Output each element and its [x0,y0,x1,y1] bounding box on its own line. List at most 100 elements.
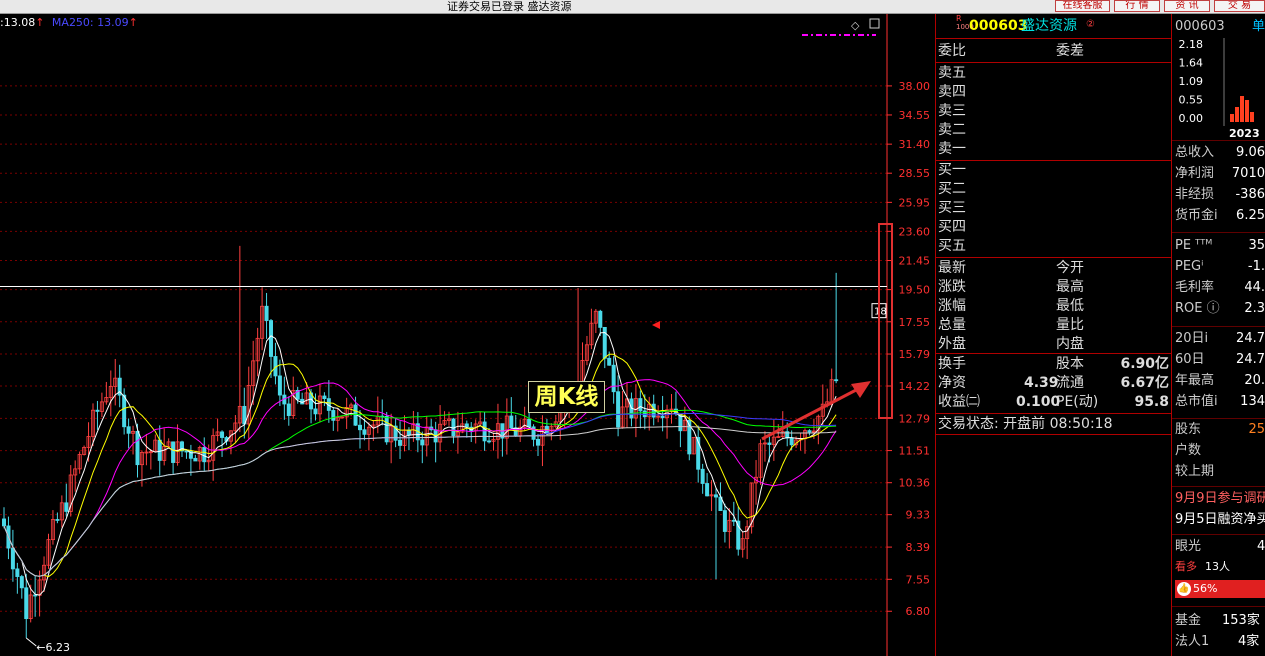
mini-profit-chart: 2.18 1.64 1.09 0.55 0.00 2023 [1179,38,1260,138]
candle [286,403,291,416]
y-tick-label: 11.51 [899,445,931,458]
mini-bar [1250,112,1254,122]
info-row-label: PE ᵀᵀᴹ [1175,238,1213,253]
info-row-value: 24.7 [1236,352,1265,367]
pe-label: PE(动) [1056,394,1099,410]
candle [611,364,616,393]
candle [482,421,487,442]
turnover-label: 换手 [938,356,966,372]
y-tick-label: 8.39 [906,541,931,554]
y-tick-label: 28.55 [899,167,931,180]
info-row-label: 总市值i [1175,394,1218,409]
candle [268,320,273,357]
candle [598,310,603,328]
pe-value: 95.8 [1134,394,1169,410]
info-row-label: 60日 [1175,352,1205,367]
mini-y-label: 1.09 [1179,75,1204,88]
stat-label: 外盘 [938,336,966,352]
mini-bar [1245,100,1249,122]
info-row-label: 净利润 [1175,166,1215,181]
bullish-bar: 👍 56% [1175,580,1265,598]
info-row-label: 股东 [1175,422,1202,437]
info-row-value: 44. [1244,280,1265,295]
candle [834,379,839,382]
bullish-label: 看多 [1175,560,1197,573]
weekly-kline-label: 周K线 [528,381,605,413]
mini-y-label: 0.55 [1179,94,1204,107]
window-title: 证券交易已登录 盛达资源 [447,0,572,13]
kline-chart[interactable]: 38.00 34.55 31.40 28.55 25.95 23.60 21.45 19.50… [0,14,935,656]
candle [184,450,189,453]
news-item[interactable]: 9月9日参与调研 [1175,489,1265,509]
stat-label: 涨跌 [938,279,966,295]
candle [722,510,727,532]
window-toggle-icon [869,18,880,29]
eye-value: 4 [1257,539,1265,554]
online-service-button[interactable]: 在线客服 [1055,0,1110,12]
stock-name[interactable]: 盛达资源 [1021,17,1077,36]
candle [313,408,318,415]
stat-label: 最新 [938,260,966,276]
stat-label: 涨幅 [938,298,966,314]
info-row-label: 货币金i [1175,208,1218,223]
corp-label: 法人1 [1175,634,1210,649]
candle [420,439,425,446]
mini-bar [1240,96,1244,122]
ask-level-label: 卖五 [938,65,966,81]
candle [171,441,176,463]
info-row-label: 年最高 [1175,373,1215,388]
news-item[interactable]: 9月5日融资净买 [1175,510,1265,530]
trade-button[interactable]: 交 易 [1214,0,1265,12]
stat-label: 今开 [1056,260,1084,276]
info-row-value: 35 [1248,238,1265,253]
y-tick-label: 14.22 [899,380,931,393]
float-value: 6.67亿 [1120,375,1169,391]
candle [767,442,772,445]
ask-level-label: 卖三 [938,103,966,119]
stat-label: 最低 [1056,298,1084,314]
candle [122,394,127,428]
candle [15,568,20,577]
candle [55,519,60,521]
bid-level-label: 买四 [938,219,966,235]
y-tick-label: 10.36 [899,477,931,490]
info-row-label: 较上期 [1175,464,1215,479]
info-row-label: ROE ⓘ [1175,301,1220,316]
info-row-label: 毛利率 [1175,280,1215,295]
candle [193,457,198,462]
candle [607,357,612,366]
net-asset-label: 净资 [938,375,966,391]
y-tick-label: 12.79 [899,412,931,425]
news-button[interactable]: 资 讯 [1164,0,1210,12]
candle [2,518,7,527]
candle [264,305,269,321]
quote-panel: R 1000 000603 盛达资源 ② 委比 委差 卖五 卖四 卖三 卖二 卖一 买一… [935,14,1172,656]
candle [487,440,492,443]
market-button[interactable]: 行 情 [1114,0,1160,12]
ask-level-label: 卖四 [938,84,966,100]
candle [398,439,403,446]
diamond-icon: ◇ [851,19,860,32]
candle [126,426,131,434]
stock-code[interactable]: 000603 [969,17,1027,36]
stat-label: 量比 [1056,317,1084,333]
y-tick-label: 19.50 [899,284,931,297]
ma120-value: :13.08 [0,16,36,29]
y-tick-label: 7.55 [906,573,931,586]
candle [731,519,736,522]
mini-y-label: 0.00 [1179,112,1204,125]
info-tab[interactable]: 单 [1252,17,1265,37]
mini-y-label: 2.18 [1179,38,1204,51]
eye-label: 眼光 [1175,539,1202,554]
candle [700,468,705,484]
corp-value: 4家 [1238,634,1260,649]
info-row-value: 25 [1248,422,1265,437]
info-code[interactable]: 000603 [1175,17,1225,37]
candle [157,439,162,461]
weibi-label: 委比 [938,43,966,59]
candle [660,415,665,419]
ask-level-label: 卖一 [938,141,966,157]
info-row-value: 20. [1244,373,1265,388]
candle [357,424,362,431]
kline-chart-panel[interactable]: 38.00 34.55 31.40 28.55 25.95 23.60 21.45 19.50… [0,14,935,656]
